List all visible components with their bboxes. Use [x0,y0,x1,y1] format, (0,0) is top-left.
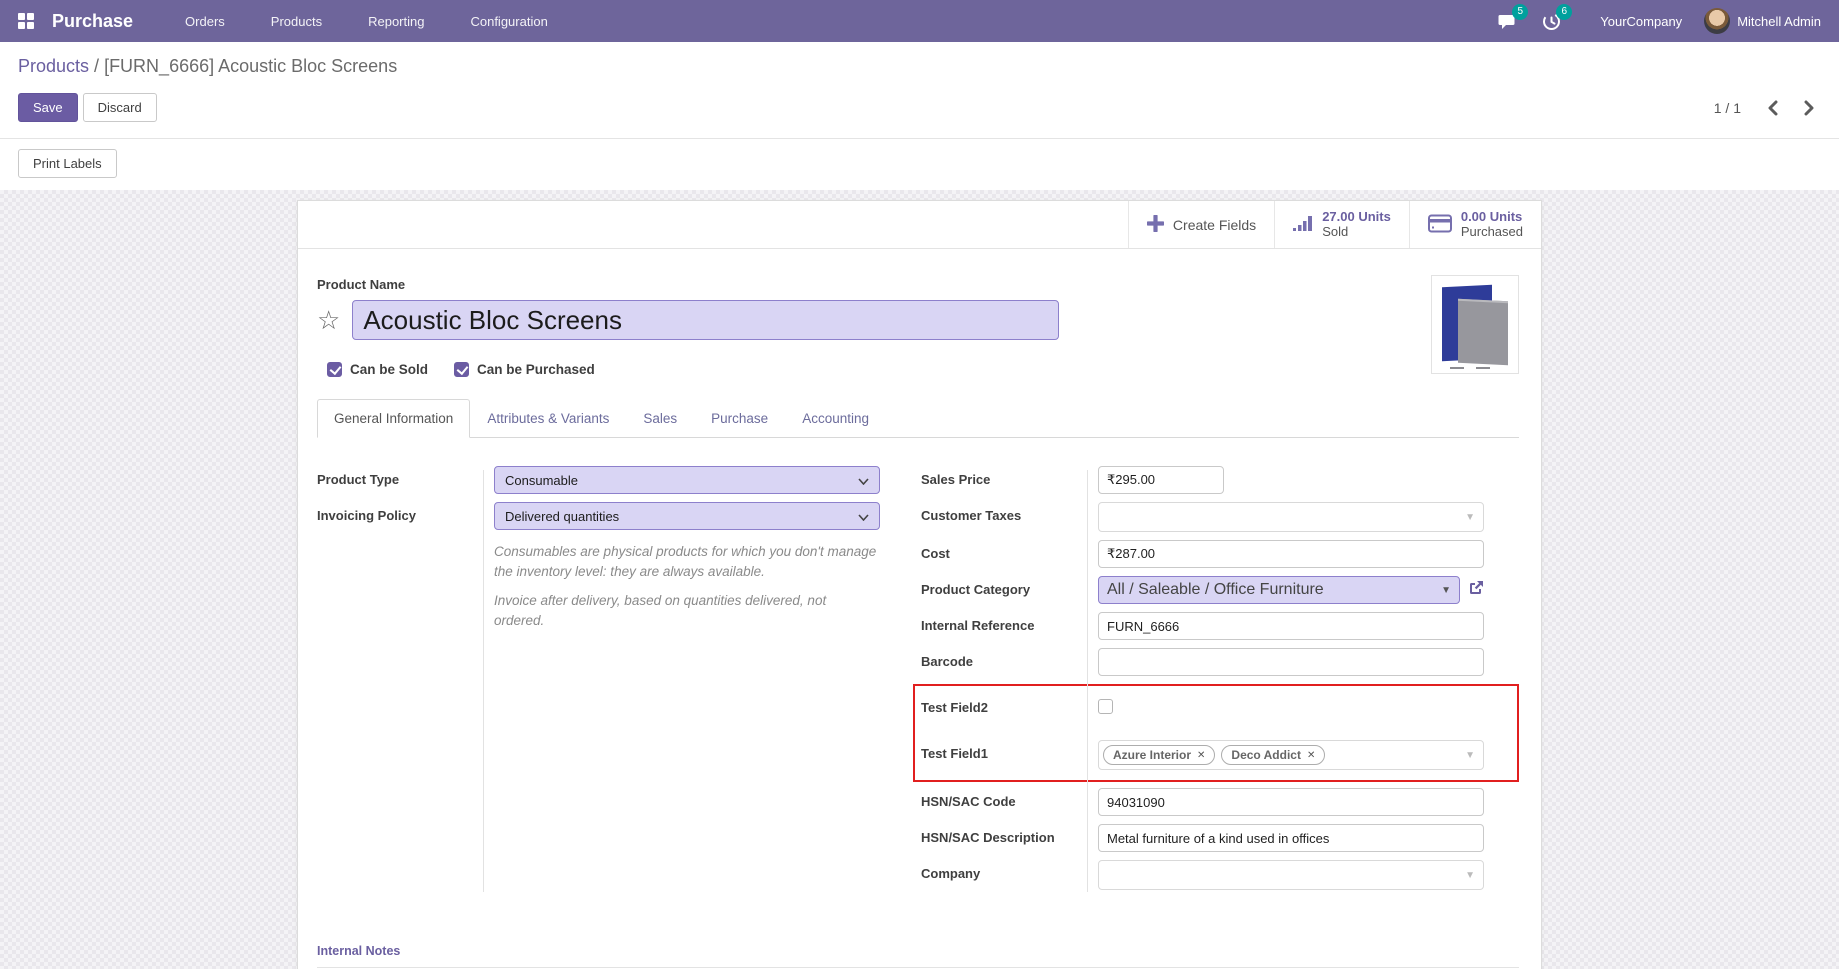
apps-grid-icon[interactable] [18,13,34,29]
product-image-gray-panel [1458,299,1508,366]
test-field2-checkbox[interactable] [1098,699,1113,714]
company-label: Company [921,860,1087,881]
menu-products[interactable]: Products [271,14,322,29]
tag-azure-interior: Azure Interior ✕ [1103,745,1215,765]
sales-price-label: Sales Price [921,466,1087,487]
dropdown-caret-icon: ▼ [1465,512,1475,523]
favorite-star-icon[interactable]: ☆ [317,307,340,333]
user-menu[interactable]: Mitchell Admin [1704,8,1821,34]
hsn-sac-description-input[interactable] [1098,824,1484,852]
menu-orders[interactable]: Orders [185,14,225,29]
internal-notes-title: Internal Notes [317,944,1519,968]
can-be-sold-checkbox[interactable]: Can be Sold [327,362,428,377]
tab-sales[interactable]: Sales [626,399,694,438]
messages-badge: 5 [1512,4,1528,20]
notebook-tabs: General Information Attributes & Variant… [317,399,1519,438]
units-purchased-value: 0.00 Units [1461,210,1523,225]
form-sheet: Create Fields 27.00 Units Sold 0.00 Unit… [297,200,1542,969]
breadcrumb-current: [FURN_6666] Acoustic Bloc Screens [104,56,397,76]
pager: 1 / 1 [1714,100,1821,116]
customer-taxes-input[interactable]: ▼ [1098,502,1484,532]
test-field1-label: Test Field1 [921,740,1087,761]
internal-reference-label: Internal Reference [921,612,1087,633]
invoicing-policy-label: Invoicing Policy [317,502,483,523]
action-buttons-row: Print Labels [0,139,1839,190]
messages-icon[interactable]: 5 [1498,11,1520,31]
customer-taxes-label: Customer Taxes [921,502,1087,523]
product-image[interactable] [1431,275,1519,374]
pager-next-button[interactable] [1804,100,1815,116]
product-category-input[interactable]: All / Saleable / Office Furniture ▼ [1098,576,1460,604]
activities-icon[interactable]: 6 [1542,11,1564,31]
units-sold-button[interactable]: 27.00 Units Sold [1274,201,1409,248]
plus-icon [1147,215,1164,235]
highlight-red-box: Test Field2 Test Field1 Azure Interior [913,684,1519,782]
avatar [1704,8,1730,34]
units-purchased-button[interactable]: 0.00 Units Purchased [1409,201,1541,248]
cost-label: Cost [921,540,1087,561]
units-purchased-label: Purchased [1461,225,1523,240]
create-fields-button[interactable]: Create Fields [1128,201,1274,248]
test-field1-tags-input[interactable]: Azure Interior ✕ Deco Addict ✕ ▼ [1098,740,1484,770]
menu-configuration[interactable]: Configuration [470,14,547,29]
product-name-input[interactable] [352,300,1059,340]
pager-previous-button[interactable] [1767,100,1778,116]
bar-chart-icon [1293,215,1313,235]
tab-general-information[interactable]: General Information [317,399,470,438]
breadcrumb-separator: / [89,56,104,76]
barcode-input[interactable] [1098,648,1484,676]
test-field2-label: Test Field2 [921,694,1087,715]
button-box: Create Fields 27.00 Units Sold 0.00 Unit… [298,201,1541,249]
activities-badge: 6 [1556,4,1572,20]
hsn-sac-code-label: HSN/SAC Code [921,788,1087,809]
cost-input[interactable] [1098,540,1484,568]
main-content: Create Fields 27.00 Units Sold 0.00 Unit… [0,190,1839,969]
discard-button[interactable]: Discard [83,93,157,122]
field-help-text: Consumables are physical products for wh… [483,538,880,630]
company-input[interactable]: ▼ [1098,860,1484,890]
product-category-label: Product Category [921,576,1087,597]
dropdown-caret-icon: ▼ [1465,750,1475,761]
control-panel: Products / [FURN_6666] Acoustic Bloc Scr… [0,42,1839,139]
save-button[interactable]: Save [18,93,78,122]
can-be-purchased-checkbox[interactable]: Can be Purchased [454,362,595,377]
tag-remove-icon[interactable]: ✕ [1197,750,1205,761]
chevron-down-icon [858,509,869,524]
company-switcher[interactable]: YourCompany [1600,14,1682,29]
invoicing-policy-select[interactable]: Delivered quantities [494,502,880,530]
top-navbar: Purchase Orders Products Reporting Confi… [0,0,1839,42]
product-name-label: Product Name [317,277,1519,292]
hsn-sac-description-label: HSN/SAC Description [921,824,1087,845]
credit-card-icon [1428,214,1452,236]
external-link-icon[interactable] [1468,580,1484,601]
tab-accounting[interactable]: Accounting [785,399,886,438]
pager-count: 1 / 1 [1714,100,1741,116]
breadcrumb-products-link[interactable]: Products [18,56,89,76]
units-sold-value: 27.00 Units [1322,210,1391,225]
general-right-column: Sales Price Customer Taxes ▼ Cost [921,466,1484,898]
barcode-label: Barcode [921,648,1087,669]
internal-reference-input[interactable] [1098,612,1484,640]
menu-reporting[interactable]: Reporting [368,14,424,29]
chevron-down-icon [858,473,869,488]
units-sold-label: Sold [1322,225,1391,240]
tag-remove-icon[interactable]: ✕ [1307,750,1315,761]
hsn-sac-code-input[interactable] [1098,788,1484,816]
tab-purchase[interactable]: Purchase [694,399,785,438]
app-name[interactable]: Purchase [52,11,133,32]
dropdown-caret-icon: ▼ [1441,585,1451,596]
sales-price-input[interactable] [1098,466,1224,494]
user-name: Mitchell Admin [1737,14,1821,29]
tag-deco-addict: Deco Addict ✕ [1221,745,1325,765]
dropdown-caret-icon: ▼ [1465,870,1475,881]
print-labels-button[interactable]: Print Labels [18,149,117,178]
product-type-label: Product Type [317,466,483,487]
breadcrumb: Products / [FURN_6666] Acoustic Bloc Scr… [18,56,1821,77]
product-type-select[interactable]: Consumable [494,466,880,494]
general-left-column: Product Type Consumable Invoicing Policy [317,466,880,898]
tab-attributes-variants[interactable]: Attributes & Variants [470,399,626,438]
checkbox-checked-icon [454,362,469,377]
checkbox-checked-icon [327,362,342,377]
